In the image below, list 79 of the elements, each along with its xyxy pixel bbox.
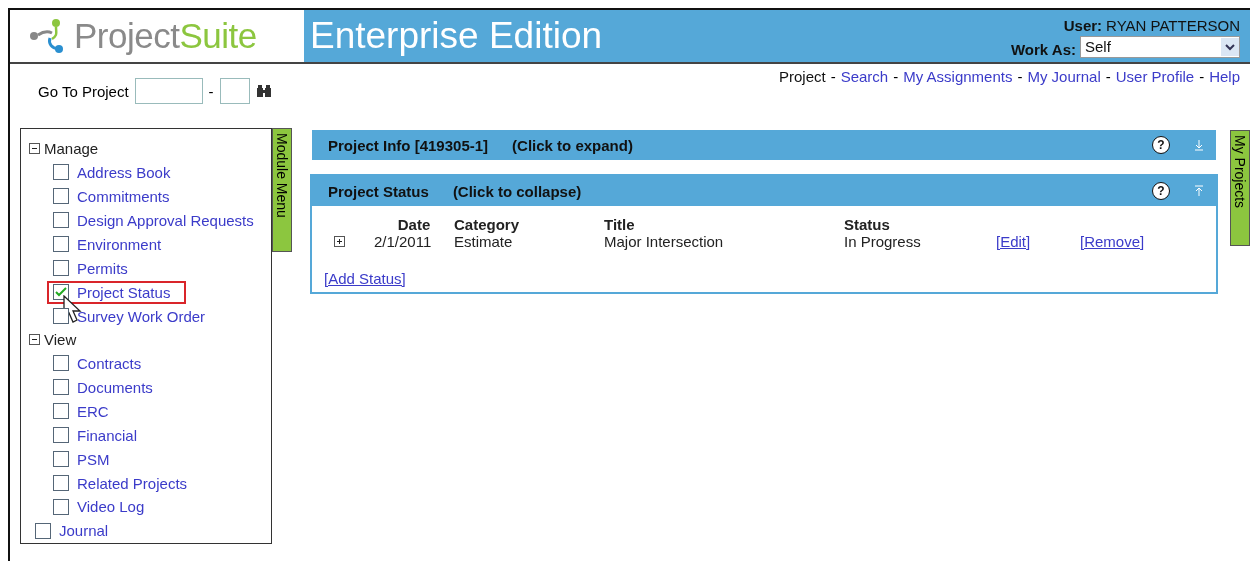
module-link[interactable]: Environment <box>77 235 162 253</box>
table-cell-text: In Progress <box>844 233 922 250</box>
module-link[interactable]: Survey Work Order <box>77 307 206 325</box>
group-label[interactable]: Manage <box>44 140 99 158</box>
nav-link[interactable]: Search <box>840 68 889 122</box>
module-link[interactable]: Contracts <box>77 354 142 372</box>
checkbox[interactable] <box>53 403 69 420</box>
nav-link[interactable]: My Assignments <box>903 68 1013 122</box>
checkbox[interactable] <box>53 499 69 515</box>
nav-separator: - <box>1017 68 1023 87</box>
expand-icon[interactable] <box>334 236 345 247</box>
column-header: Title <box>604 216 636 233</box>
nav-separator: - <box>1105 68 1111 87</box>
module-link[interactable]: PSM <box>77 450 110 468</box>
nav-link[interactable]: Project <box>779 68 826 122</box>
app-logo-text: ProjectSuite <box>74 16 257 56</box>
nav-link[interactable]: Help <box>1209 68 1240 122</box>
nav-link[interactable]: My Journal <box>1027 68 1101 122</box>
nav-separator: - <box>1199 68 1205 87</box>
panel-title: Project Info [419305-1] <box>328 136 489 154</box>
edition-title: Enterprise Edition <box>310 15 603 57</box>
checkbox[interactable] <box>53 260 69 277</box>
nav-link[interactable]: User Profile <box>1115 68 1195 122</box>
project-number-field[interactable] <box>134 78 203 104</box>
help-button[interactable]: ? <box>1152 136 1170 154</box>
panel-hint: (Click to collapse) <box>452 182 582 200</box>
checkbox[interactable] <box>53 379 69 396</box>
module-link[interactable]: Commitments <box>77 187 170 205</box>
module-link[interactable]: Related Projects <box>77 474 188 492</box>
table-cell-text: Estimate <box>454 233 514 250</box>
module-link[interactable]: Permits <box>77 259 128 277</box>
checkbox[interactable] <box>53 451 69 468</box>
table-cell-text: Major Intersection <box>604 233 725 250</box>
panel-title: Project Status <box>328 182 429 200</box>
checkbox[interactable] <box>53 355 69 372</box>
module-link[interactable]: Video Log <box>77 498 145 516</box>
checkbox[interactable] <box>53 284 69 301</box>
module-link[interactable]: Documents <box>77 378 153 396</box>
panel-hint: (Click to expand) <box>512 136 633 154</box>
collapse-icon[interactable] <box>29 334 40 346</box>
checkbox[interactable] <box>53 475 69 491</box>
column-header: Category <box>454 216 521 233</box>
module-link[interactable]: Design Approval Requests <box>77 211 254 229</box>
separator-text: - <box>208 82 214 100</box>
user-label: User: <box>1063 16 1103 34</box>
add-status-link[interactable]: [Add Status] <box>324 270 406 287</box>
checkbox[interactable] <box>53 164 69 181</box>
group-label[interactable]: View <box>44 331 77 349</box>
work-as-dropdown[interactable]: Self <box>1080 35 1240 58</box>
nav-separator: - <box>893 68 899 87</box>
checkbox[interactable] <box>53 427 69 444</box>
module-link[interactable]: ERC <box>77 402 109 420</box>
nav-separator: - <box>830 68 836 87</box>
collapse-icon[interactable] <box>29 143 40 155</box>
binoculars-icon[interactable] <box>255 84 272 98</box>
help-button[interactable]: ? <box>1152 182 1170 200</box>
checkbox[interactable] <box>35 522 51 539</box>
table-cell-text: 2/1/2011 <box>374 233 433 250</box>
checkbox[interactable] <box>53 236 69 253</box>
column-header: Status <box>844 216 891 233</box>
row-action-link[interactable]: [Remove] <box>1080 233 1145 250</box>
module-menu-tab[interactable]: Module Menu <box>272 128 292 252</box>
checkmark-icon <box>55 286 67 299</box>
checkbox[interactable] <box>53 308 69 324</box>
module-link[interactable]: Address Book <box>77 163 171 181</box>
checkbox[interactable] <box>53 188 69 205</box>
user-name: RYAN PATTERSON <box>1106 16 1240 34</box>
work-as-label: Work As: <box>1011 40 1076 58</box>
row-action-link[interactable]: [Edit] <box>996 233 1031 250</box>
my-projects-tab[interactable]: My Projects <box>1230 130 1250 246</box>
module-link[interactable]: Financial <box>77 426 138 444</box>
checkbox[interactable] <box>53 212 69 229</box>
project-suffix-field[interactable] <box>219 78 250 104</box>
panel-header[interactable]: Project Status (Click to collapse) ? <box>312 176 1216 206</box>
module-link[interactable]: Journal <box>59 522 109 540</box>
panel-header[interactable]: Project Info [419305-1] (Click to expand) ? <box>312 130 1216 160</box>
go-to-project-label: Go To Project <box>38 82 129 100</box>
module-link[interactable]: Project Status <box>77 283 171 301</box>
column-header: Date <box>396 216 432 233</box>
